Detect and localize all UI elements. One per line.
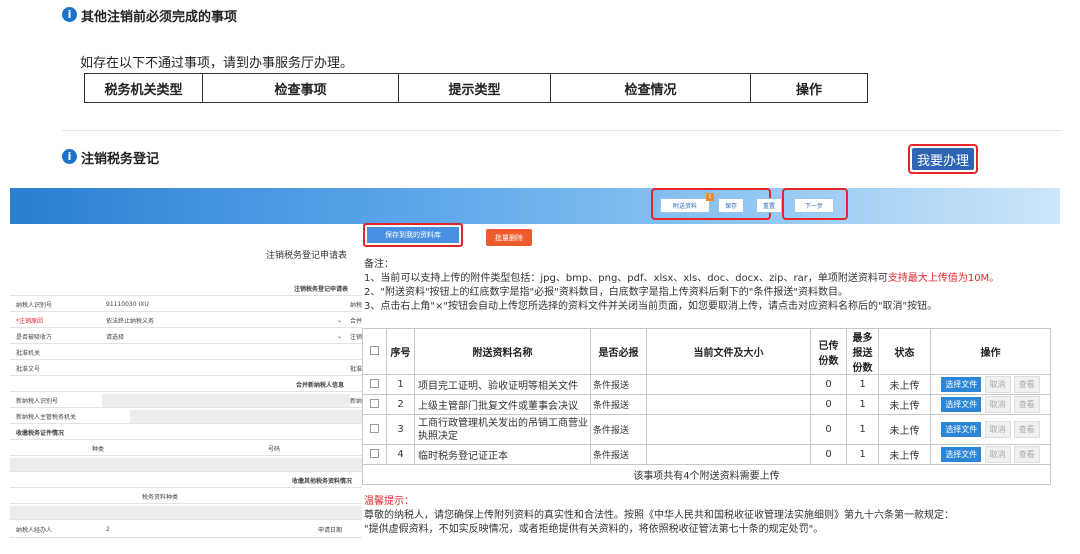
form-row: 批准机关 (10, 346, 362, 360)
cancel-button[interactable]: 取消 (984, 446, 1011, 463)
tip-line-1: 尊敬的纳税人，请您确保上传附列资料的真实性和合法性。按照《中华人民共和国税收征收… (364, 510, 954, 521)
table-summary-row: 该事项共有4个附送资料需要上传 (362, 464, 1051, 485)
form-subheader: 收缴税务证件情况 (10, 426, 362, 440)
table-row: 3 工商行政管理机关发出的吊销工商营业执照决定 条件报送 0 1 未上传 选择文… (362, 414, 1051, 445)
table-row: 4 临时税务登记证正本 条件报送 0 1 未上传 选择文件 取消 查看 (362, 444, 1051, 465)
section-title-deregister: 注销税务登记 (81, 152, 160, 167)
form-row: 税务资料种类 (10, 490, 362, 504)
view-button[interactable]: 查看 (1013, 396, 1040, 413)
form-row: 纳税人经办人 2 申请日期 (10, 522, 362, 538)
choose-file-button[interactable]: 选择文件 (941, 377, 982, 392)
pending-note: 如存在以下不通过事项，请到办事服务厅办理。 (80, 56, 354, 71)
tip-line-2: "提供虚假资料，不如实反映情况，或者拒绝提供有关资料的，将依照税收征管法第七十条… (364, 524, 824, 535)
form-row (10, 458, 362, 472)
form-row: *注销原因 依法终止纳税义务 ⌄ 合并 (10, 314, 362, 328)
note-line-2: 2、"附送资料"按钮上的红底数字是指"必报"资料数目，白底数字是指上传资料后剩下… (364, 287, 848, 298)
form-row (10, 506, 362, 520)
form-row: 新纳税人主管税务机关 (10, 410, 362, 424)
form-row: 是否被吸收方 请选择 ⌄ 注销 (10, 330, 362, 344)
col-header: 检查事项 (203, 74, 399, 102)
col-header: 税务机关类型 (85, 74, 203, 102)
reset-button[interactable]: 重置 (756, 198, 782, 213)
form-row: 种类 号码 (10, 442, 362, 456)
note-title: 备注： (364, 259, 394, 270)
table-row: 2 上级主管部门批复文件或董事会决议 条件报送 0 1 未上传 选择文件 取消 … (362, 394, 1051, 415)
view-button[interactable]: 查看 (1013, 376, 1040, 393)
view-button[interactable]: 查看 (1013, 421, 1040, 438)
choose-file-button[interactable]: 选择文件 (941, 397, 982, 412)
cancel-button[interactable]: 取消 (984, 421, 1011, 438)
note-line-1: 1、当前可以支持上传的附件类型包括：jpg、bmp、png、pdf、xlsx、x… (364, 273, 1000, 284)
divider (62, 130, 1062, 131)
form-row: 新纳税人识别号 新纳 (10, 394, 362, 408)
deregistration-form: 注销税务登记申请表 注销税务登记申请表 纳税人识别号 91110030 IXU 纳税… (10, 226, 362, 554)
note-line-3: 3、点击右上角"×"按钮会自动上传您所选择的资料文件并关闭当前页面，如您要取消上… (364, 301, 938, 312)
chevron-down-icon: ⌄ (336, 333, 342, 340)
save-to-library-button[interactable]: 保存到我的资料库 (367, 227, 459, 243)
next-button[interactable]: 下一步 (794, 198, 834, 213)
save-to-library-wrapper[interactable]: 保存到我的资料库 (363, 223, 463, 247)
cancel-button[interactable]: 取消 (984, 396, 1011, 413)
taxpayer-id-field[interactable]: 91110030 IXU (102, 301, 350, 308)
attachments-table: 序号 附送资料名称 是否必报 当前文件及大小 已传份数 最多报送份数 状态 操作… (362, 328, 1051, 485)
form-subheader: 收缴其他税务资料情况 (10, 474, 362, 488)
info-icon: i (62, 7, 77, 22)
form-subheader: 合并新纳税人信息 (10, 378, 362, 392)
apply-button-wrapper[interactable]: 我要办理 (908, 144, 978, 174)
pending-table-header: 税务机关类型 检查事项 提示类型 检查情况 操作 (84, 73, 868, 103)
form-title: 注销税务登记申请表 (266, 251, 348, 261)
choose-file-button[interactable]: 选择文件 (941, 447, 982, 462)
row-checkbox[interactable] (370, 398, 379, 408)
absorbed-select[interactable]: 请选择 (102, 332, 337, 341)
row-checkbox[interactable] (370, 448, 379, 458)
info-icon: i (62, 149, 77, 164)
section-title-pending: 其他注销前必须完成的事项 (81, 10, 238, 25)
table-header-row: 序号 附送资料名称 是否必报 当前文件及大小 已传份数 最多报送份数 状态 操作 (362, 328, 1051, 375)
view-button[interactable]: 查看 (1013, 446, 1040, 463)
attach-button[interactable]: 附送资料 (660, 198, 710, 213)
choose-file-button[interactable]: 选择文件 (941, 422, 982, 437)
toolbar-bar (10, 188, 1060, 224)
col-header: 操作 (795, 82, 822, 98)
form-row: 纳税人识别号 91110030 IXU 纳税 (10, 298, 362, 312)
save-button[interactable]: 保存 (718, 198, 744, 213)
row-checkbox[interactable] (370, 378, 379, 388)
row-checkbox[interactable] (370, 423, 379, 433)
select-all-checkbox[interactable] (370, 345, 379, 355)
apply-button[interactable]: 我要办理 (912, 148, 974, 170)
form-row: 批准文号 批准 (10, 362, 362, 376)
reason-select[interactable]: 依法终止纳税义务 (102, 316, 337, 325)
col-header: 提示类型 (399, 74, 551, 102)
attach-badge: 1 (706, 193, 714, 201)
chevron-down-icon: ⌄ (336, 317, 342, 324)
form-subheader: 注销税务登记申请表 (10, 282, 362, 296)
table-row: 1 项目完工证明、验收证明等相关文件 条件报送 0 1 未上传 选择文件 取消 … (362, 374, 1051, 395)
batch-delete-button[interactable]: 批量删除 (486, 229, 532, 246)
tip-title: 温馨提示： (364, 496, 414, 507)
cancel-button[interactable]: 取消 (984, 376, 1011, 393)
col-header: 检查情况 (551, 74, 751, 102)
